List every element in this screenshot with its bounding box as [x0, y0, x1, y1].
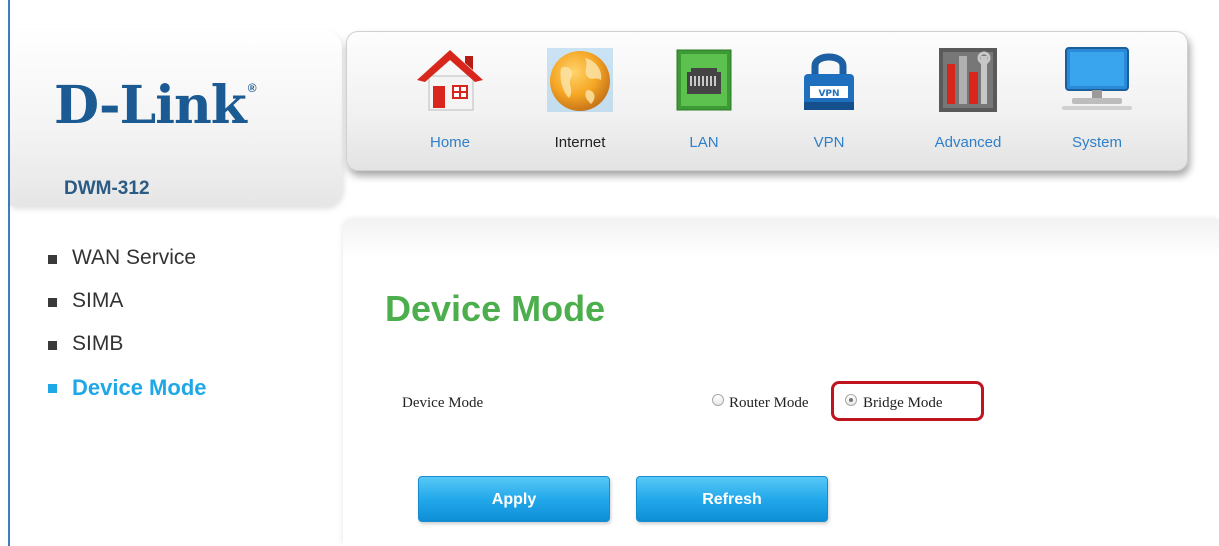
nav-vpn-label: VPN: [813, 134, 845, 151]
tools-icon: [939, 48, 997, 112]
top-nav: Home Internet LAN VPN VPN Advanced Syste…: [346, 31, 1188, 171]
svg-text:VPN: VPN: [818, 89, 839, 99]
page-title: Device Mode: [385, 288, 606, 329]
nav-internet-label: Internet: [554, 134, 606, 151]
sidebar-item-label: WAN Service: [72, 246, 197, 269]
nav-system[interactable]: System: [1042, 46, 1152, 166]
device-mode-label: Device Mode: [402, 395, 484, 411]
monitor-icon: [1062, 47, 1132, 110]
home-icon: [417, 50, 483, 111]
model-name: DWM-312: [64, 178, 150, 199]
bullet-icon: [48, 341, 57, 350]
nav-advanced-label: Advanced: [934, 134, 1002, 151]
nav-advanced[interactable]: Advanced: [913, 46, 1023, 166]
apply-button[interactable]: Apply: [418, 476, 610, 522]
vpn-lock-icon: VPN: [804, 53, 854, 110]
dlink-logo: D-Link ®: [54, 75, 257, 136]
highlight-box: [831, 381, 984, 421]
nav-home[interactable]: Home: [395, 46, 505, 166]
sidebar-item-label: SIMA: [72, 289, 124, 312]
nav-vpn[interactable]: VPN VPN: [774, 46, 884, 166]
refresh-button[interactable]: Refresh: [636, 476, 828, 522]
nav-internet[interactable]: Internet: [525, 46, 635, 166]
nav-home-label: Home: [429, 134, 470, 151]
router-mode-radio[interactable]: [712, 394, 724, 406]
bullet-icon: [48, 255, 57, 264]
globe-icon: [547, 48, 613, 112]
sidebar-item-label: SIMB: [72, 332, 124, 355]
nav-lan-label: LAN: [689, 134, 719, 151]
logo-panel: D-Link ® DWM-312: [10, 30, 342, 206]
sidebar-item-label: Device Mode: [72, 375, 207, 400]
bullet-icon: [48, 384, 57, 393]
lan-port-icon: [676, 49, 732, 111]
nav-system-label: System: [1071, 134, 1122, 151]
router-mode-label[interactable]: Router Mode: [729, 395, 809, 412]
bullet-icon: [48, 298, 57, 307]
nav-lan[interactable]: LAN: [649, 46, 759, 166]
